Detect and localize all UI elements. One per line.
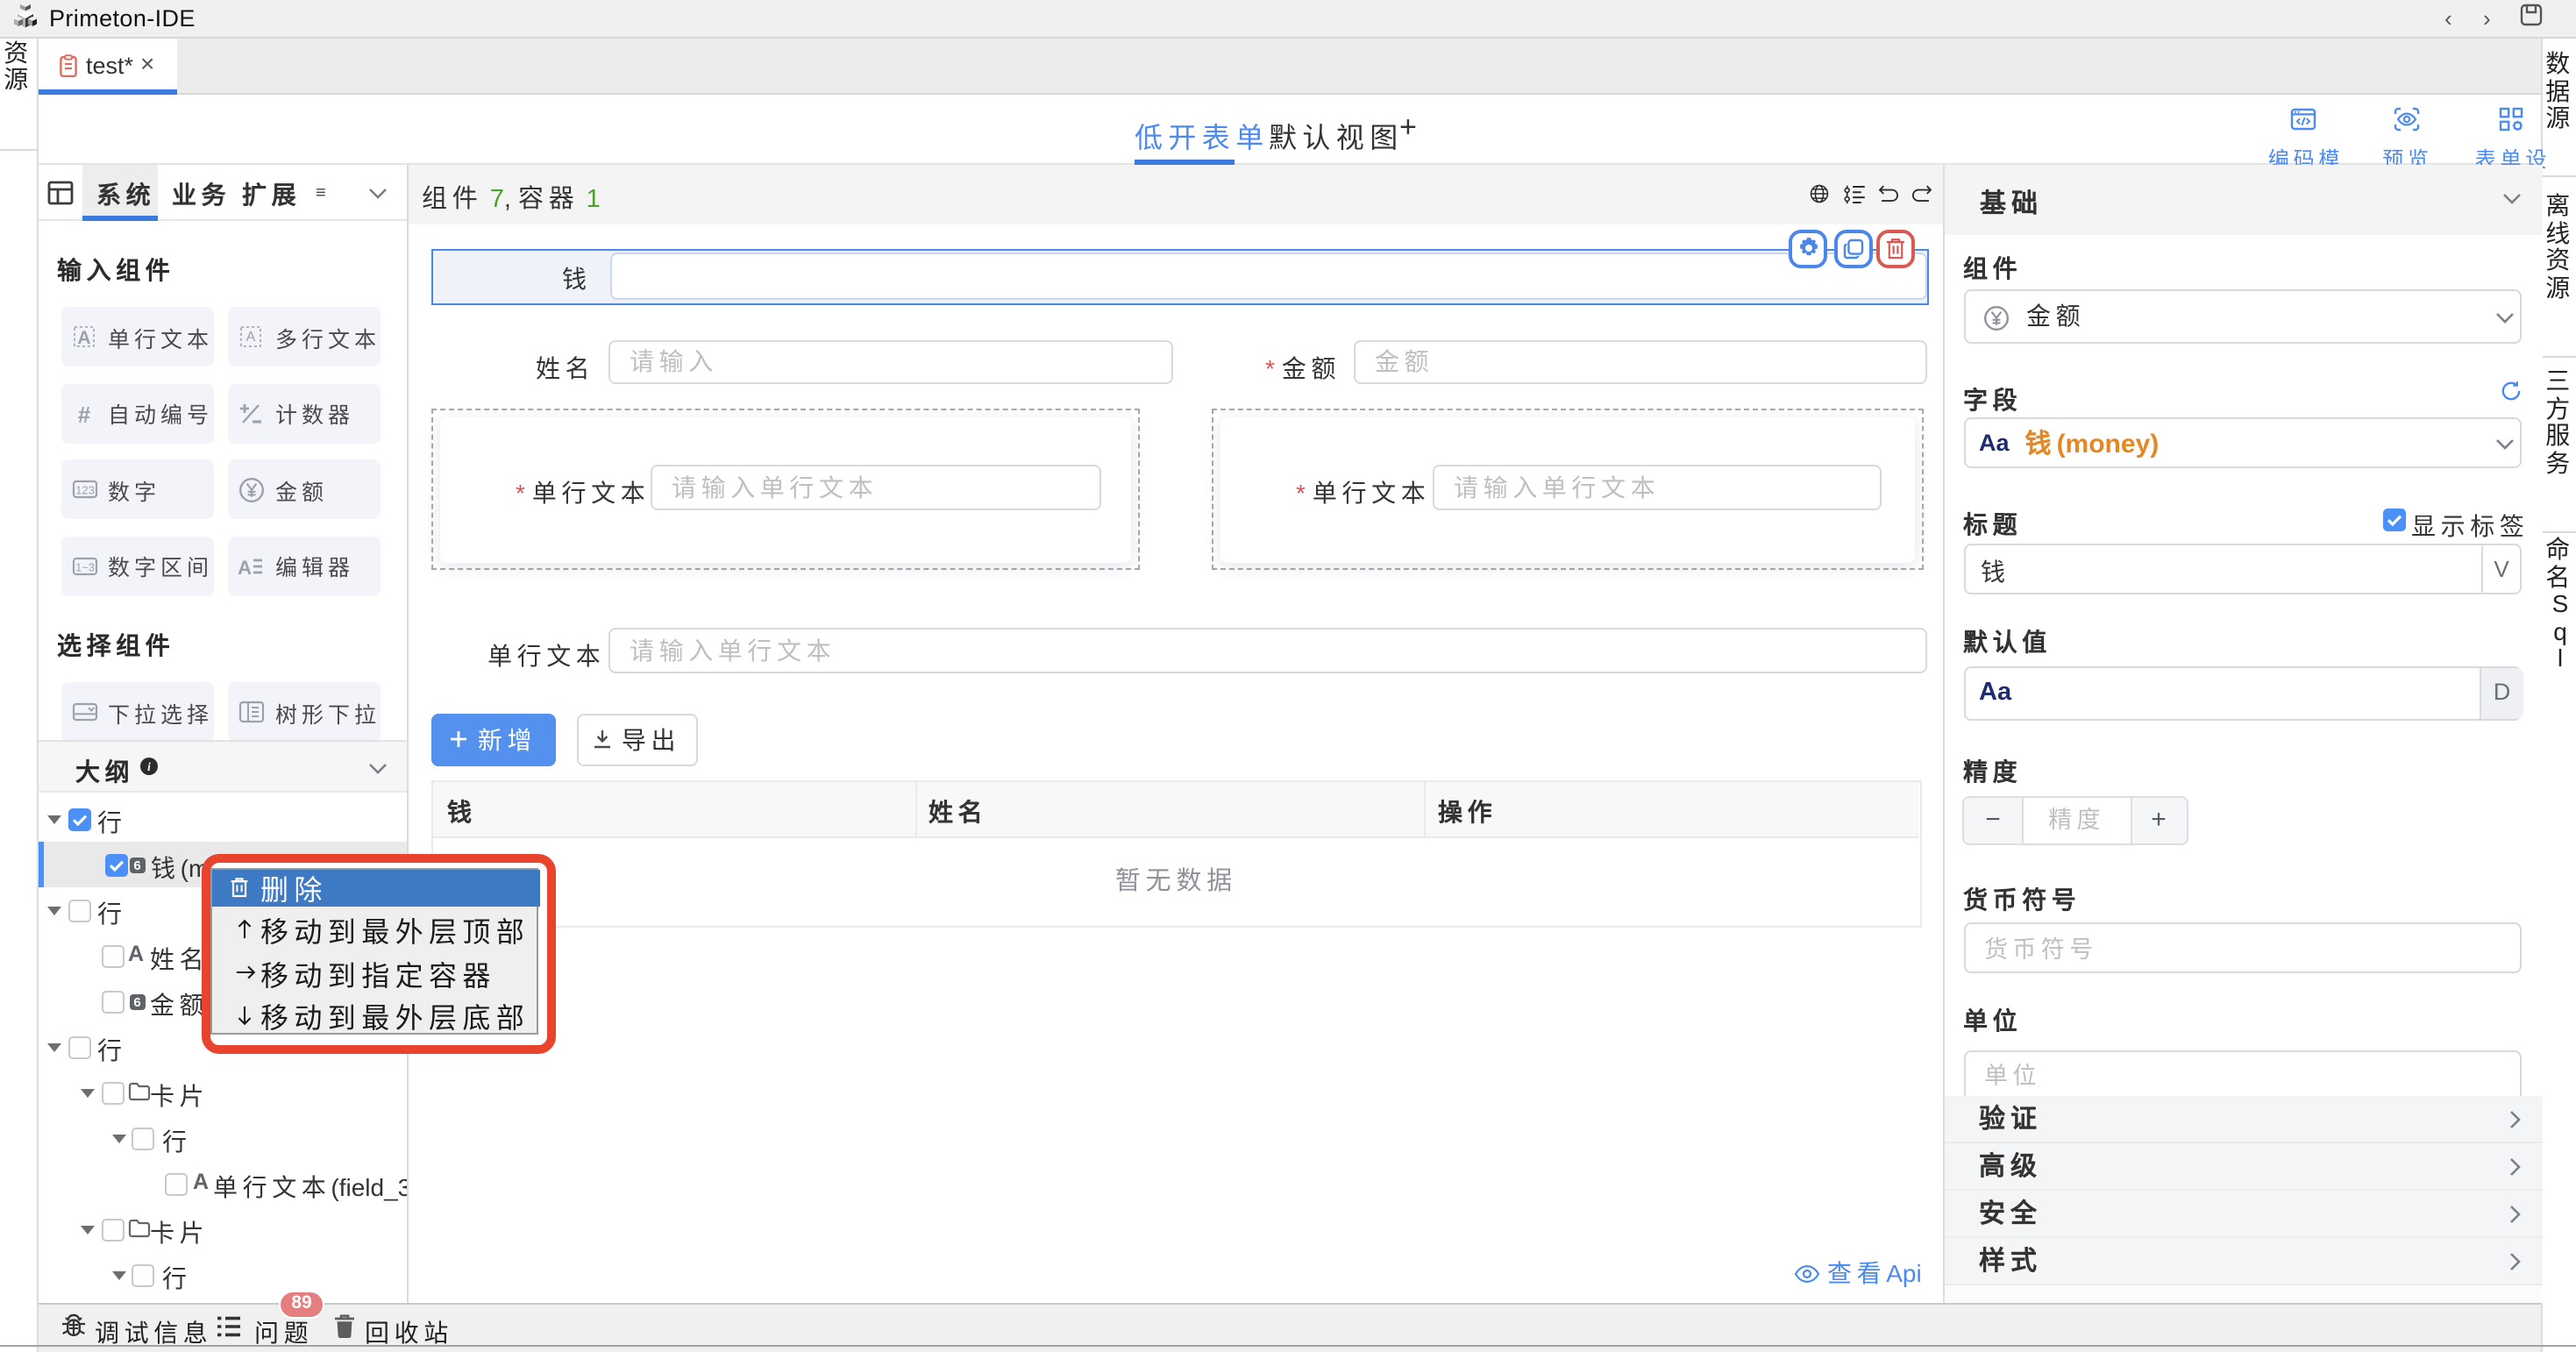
svg-text:#: # [77, 401, 90, 425]
svg-text:A: A [246, 330, 256, 345]
svg-text:A: A [76, 328, 89, 348]
svg-text:123: 123 [75, 484, 94, 497]
svg-text:A: A [238, 556, 252, 578]
svg-text:1~3: 1~3 [75, 560, 94, 573]
svg-text:i: i [147, 759, 151, 772]
